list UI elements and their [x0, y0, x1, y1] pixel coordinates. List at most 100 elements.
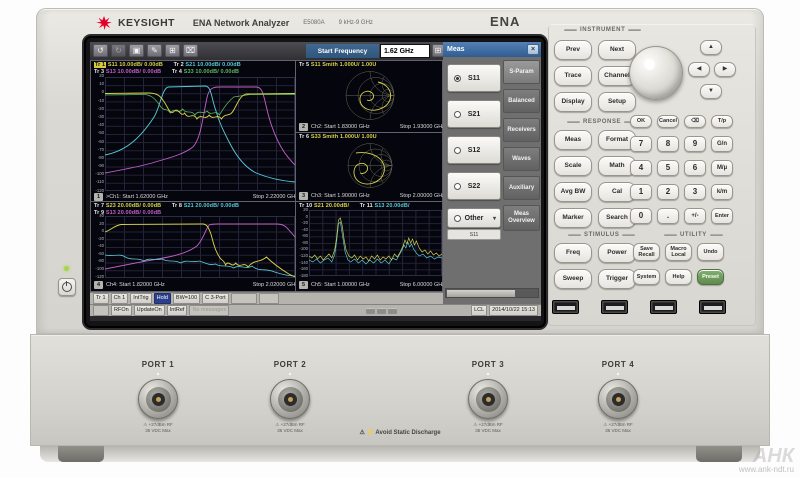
tab-meas-overview[interactable]: Meas Overview: [503, 205, 540, 231]
softkey-s21[interactable]: S21: [447, 100, 501, 128]
preset-button[interactable]: Preset: [697, 269, 724, 285]
backspace-button[interactable]: ⌫: [684, 115, 706, 128]
port-4-connector[interactable]: [598, 379, 638, 419]
undo-hard-button[interactable]: Undo: [697, 243, 724, 261]
next-button[interactable]: Next: [598, 40, 636, 60]
trace-2-id[interactable]: Tr 2: [174, 62, 184, 68]
usb-port[interactable]: [601, 300, 628, 314]
key-2[interactable]: 2: [657, 184, 679, 200]
macro-local-button[interactable]: Macro Local: [665, 243, 692, 261]
trace-8-id[interactable]: Tr 8: [172, 203, 182, 209]
d3-badge[interactable]: 3: [299, 192, 308, 200]
softkey-scrollbar[interactable]: [445, 288, 539, 298]
softkey-s12[interactable]: S12: [447, 136, 501, 164]
tab-waves[interactable]: Waves: [503, 147, 540, 171]
d2-badge[interactable]: 2: [299, 123, 308, 131]
display-5[interactable]: Tr 10 S21 20.00dB/ Tr 11 S13 20.00dB/ 20…: [295, 201, 443, 292]
annotate-button[interactable]: ✎: [147, 44, 162, 57]
trigger-button[interactable]: Trigger: [598, 269, 636, 289]
d4-badge[interactable]: 4: [94, 281, 103, 289]
marker-button[interactable]: Marker: [554, 208, 592, 228]
trace-button[interactable]: Trace: [554, 66, 592, 86]
avg-bw-button[interactable]: Avg BW: [554, 182, 592, 202]
save-recall-button[interactable]: Save Recall: [633, 243, 660, 261]
key-decimal[interactable]: .: [657, 208, 679, 224]
tab-s-param[interactable]: S-Param: [503, 60, 540, 84]
power-switch[interactable]: [58, 278, 76, 296]
usb-port[interactable]: [699, 300, 726, 314]
softkey-other[interactable]: Other ▾: [447, 208, 501, 228]
d1-badge[interactable]: 1: [94, 193, 103, 201]
port-warning: ⚠ +27dBm RF35 VDC Max: [603, 422, 632, 433]
arrow-left-button[interactable]: ◀: [688, 62, 710, 77]
setup-button[interactable]: Setup: [598, 92, 636, 112]
status-bandwidth: BW=100: [173, 293, 200, 303]
arrow-right-button[interactable]: ▶: [714, 62, 736, 77]
trace-1-id[interactable]: Tr 1: [94, 62, 106, 68]
screenshot-button[interactable]: ▣: [129, 44, 144, 57]
key-9[interactable]: 9: [684, 136, 706, 152]
undo-button[interactable]: ↺: [93, 44, 108, 57]
key-6[interactable]: 6: [684, 160, 706, 176]
d5-badge[interactable]: 5: [299, 281, 308, 289]
arrow-down-button[interactable]: ▼: [700, 84, 722, 99]
meas-button[interactable]: Meas: [554, 130, 592, 150]
key-mega[interactable]: M/µ: [711, 160, 733, 176]
key-giga[interactable]: G/n: [711, 136, 733, 152]
display-3[interactable]: Tr 6 S33 Smith 1.000U/ 1.00U 3 Ch3: Star…: [295, 132, 443, 202]
tab-receivers[interactable]: Receivers: [503, 118, 540, 142]
scrollbar-thumb[interactable]: [447, 290, 515, 297]
display-4[interactable]: Tr 7 S23 20.00dB/ 0.00dB Tr 8 S21 20.00d…: [90, 201, 296, 292]
trace-8-label: S21 20.00dB/ 0.00dB: [184, 203, 239, 209]
system-button[interactable]: System: [633, 269, 660, 285]
window-button[interactable]: ⊞: [165, 44, 180, 57]
softkey-s11[interactable]: S11: [447, 64, 501, 92]
trace-11-id[interactable]: Tr 11: [360, 203, 373, 209]
cancel-button[interactable]: Cancel: [657, 115, 679, 128]
tab-balanced[interactable]: Balanced: [503, 89, 540, 113]
redo-button[interactable]: ↻: [111, 44, 126, 57]
display-button[interactable]: Display: [554, 92, 592, 112]
backspace-icon: ⌫: [691, 118, 699, 124]
delete-button[interactable]: ⌧: [183, 44, 198, 57]
enter-button[interactable]: Enter: [711, 208, 733, 224]
sweep-button[interactable]: Sweep: [554, 269, 592, 289]
close-button[interactable]: ×: [527, 44, 539, 55]
start-frequency-input[interactable]: 1.62 GHz: [380, 44, 430, 58]
power-button[interactable]: Power: [598, 243, 636, 263]
port-1-connector[interactable]: [138, 379, 178, 419]
key-kilo[interactable]: k/m: [711, 184, 733, 200]
d5-traces: [309, 210, 442, 276]
key-7[interactable]: 7: [630, 136, 652, 152]
trace-4-id[interactable]: Tr 4: [172, 69, 182, 75]
rotary-knob[interactable]: [629, 46, 683, 100]
help-button[interactable]: Help: [665, 269, 692, 285]
scale-button[interactable]: Scale: [554, 156, 592, 176]
key-5[interactable]: 5: [657, 160, 679, 176]
tab-auxiliary[interactable]: Auxiliary: [503, 176, 540, 200]
ok-button[interactable]: OK: [630, 115, 652, 128]
port-3-connector[interactable]: [468, 379, 508, 419]
usb-port[interactable]: [650, 300, 677, 314]
key-8[interactable]: 8: [657, 136, 679, 152]
display-1[interactable]: Tr 1 S11 10.00dB/ 0.00dB Tr 2 S21 10.00d…: [90, 60, 296, 202]
d2-stop: Stop 1.93000 GHz: [400, 124, 445, 130]
key-plus-minus[interactable]: +/-: [684, 208, 706, 224]
key-1[interactable]: 1: [630, 184, 652, 200]
key-3[interactable]: 3: [684, 184, 706, 200]
d3-stop: Stop 2.00000 GHz: [400, 193, 445, 199]
arrow-up-button[interactable]: ▲: [700, 40, 722, 55]
key-4[interactable]: 4: [630, 160, 652, 176]
softkey-s22[interactable]: S22: [447, 172, 501, 200]
tp-button[interactable]: T/p: [711, 115, 733, 128]
port-2-connector[interactable]: [270, 379, 310, 419]
freq-button[interactable]: Freq: [554, 243, 592, 263]
softkey-panel: Meas × S11 S21 S12 S22 Other ▾ S11 S-Par…: [443, 42, 541, 316]
trace-5-id[interactable]: Tr 5: [299, 62, 309, 68]
key-0[interactable]: 0: [630, 208, 652, 224]
trace-7-id[interactable]: Tr 7: [94, 203, 104, 209]
display-2[interactable]: Tr 5 S11 Smith 1.000U/ 1.00U 2 Ch2: Star…: [295, 60, 443, 133]
usb-port[interactable]: [552, 300, 579, 314]
trace-6-id[interactable]: Tr 6: [299, 134, 309, 140]
prev-button[interactable]: Prev: [554, 40, 592, 60]
